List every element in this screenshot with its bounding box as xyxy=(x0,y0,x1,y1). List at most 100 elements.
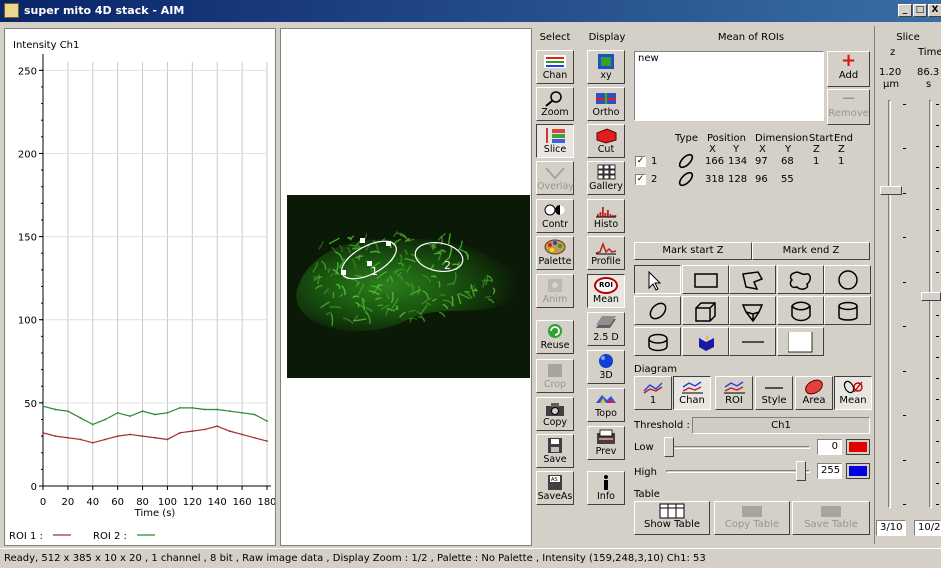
z-slider-thumb[interactable] xyxy=(880,185,902,195)
select-contr-button[interactable]: Contr xyxy=(536,199,574,233)
col-start: Start xyxy=(809,133,834,144)
high-color-swatch[interactable] xyxy=(846,463,870,479)
z-slider-tick xyxy=(903,504,906,505)
select-zoom-button[interactable]: Zoom xyxy=(536,87,574,121)
select-chan-button[interactable]: Chan xyxy=(536,50,574,84)
show-table-button[interactable]: Show Table xyxy=(634,501,710,535)
z-position[interactable]: 3/10 xyxy=(876,520,906,536)
display-mean-button[interactable]: ROI Mean xyxy=(587,274,625,308)
mark-end-z-button[interactable]: Mark end Z xyxy=(752,242,870,260)
diagram-style-button[interactable]: Style xyxy=(755,376,793,410)
display-profile-button[interactable]: Profile xyxy=(587,236,625,270)
roi-handle[interactable] xyxy=(386,241,391,246)
display-3d-button[interactable]: 3D xyxy=(587,350,625,384)
roi-handle[interactable] xyxy=(341,270,346,275)
arrow-tool[interactable] xyxy=(634,265,681,294)
x-axis-label: Time (s) xyxy=(134,508,176,519)
rectangle-tool[interactable] xyxy=(681,265,729,294)
microscopy-image[interactable]: 1 2 xyxy=(287,195,530,378)
select-save-button[interactable]: Save xyxy=(536,434,574,468)
mark-start-z-button[interactable]: Mark start Z xyxy=(634,242,752,260)
series-point-roi-1 xyxy=(129,433,132,436)
threed-icon xyxy=(599,354,613,368)
cylinder-tool[interactable] xyxy=(824,296,871,325)
display-topo-button[interactable]: Topo xyxy=(587,388,625,422)
time-slider-tick xyxy=(936,188,939,190)
select-crop-button[interactable]: Crop xyxy=(536,359,574,393)
maximize-button[interactable]: □ xyxy=(913,4,927,17)
line-tool[interactable] xyxy=(729,327,776,356)
freehand-tool[interactable] xyxy=(776,265,824,294)
time-slider-track[interactable] xyxy=(929,100,932,508)
roi-2-checkbox[interactable]: ✓ xyxy=(635,174,646,185)
x-tick-label: 100 xyxy=(158,497,177,508)
display-xy-button[interactable]: xy xyxy=(587,50,625,84)
close-button[interactable]: X xyxy=(928,4,941,17)
time-slider-tick xyxy=(936,377,939,379)
cut-icon xyxy=(596,128,617,144)
series-point-roi-1 xyxy=(141,435,144,438)
cube-3d-tool[interactable] xyxy=(681,327,729,356)
low-color-swatch[interactable] xyxy=(846,439,870,455)
select-copy-button[interactable]: Copy xyxy=(536,397,574,431)
ellipse-tool[interactable] xyxy=(634,296,681,325)
x-tick-label: 180 xyxy=(257,497,275,508)
col-dx: X xyxy=(759,144,766,155)
threshold-channel[interactable]: Ch1 xyxy=(692,417,870,434)
time-slider-thumb[interactable] xyxy=(921,291,941,301)
select-overlay-button[interactable]: Overlay xyxy=(536,161,574,195)
prism-3d-tool[interactable] xyxy=(729,296,776,325)
low-slider-thumb[interactable] xyxy=(664,437,674,457)
series-point-roi-1 xyxy=(54,435,57,438)
display-prev-button[interactable]: Prev xyxy=(587,426,625,460)
series-point-roi-2 xyxy=(154,413,156,416)
minimize-button[interactable]: _ xyxy=(898,4,912,17)
high-slider-track[interactable] xyxy=(666,470,810,473)
diagram-area-button[interactable]: Area xyxy=(795,376,833,410)
diagram-roi-button[interactable]: ROI xyxy=(715,376,753,410)
freeform-3d-tool[interactable] xyxy=(776,296,824,325)
save-table-button[interactable]: Save Table xyxy=(792,501,870,535)
time-position[interactable]: 10/2 xyxy=(914,520,941,536)
diagram-chan-button[interactable]: Chan xyxy=(673,376,711,410)
select-palette-button[interactable]: Palette xyxy=(536,236,574,270)
series-point-roi-1 xyxy=(104,438,107,441)
select-reuse-button[interactable]: Reuse xyxy=(536,320,574,354)
z-slider-track[interactable] xyxy=(888,100,891,508)
high-value[interactable]: 255 xyxy=(817,463,842,479)
roi-handle[interactable] xyxy=(360,238,365,243)
select-anim-label: Anim xyxy=(542,294,568,305)
high-slider-thumb[interactable] xyxy=(796,461,806,481)
x-tick-label: 80 xyxy=(136,497,149,508)
diagram-1-icon xyxy=(643,382,663,394)
display-prev-label: Prev xyxy=(595,446,617,457)
color-tool[interactable] xyxy=(776,327,824,356)
select-saveas-button[interactable]: AS SaveAs xyxy=(536,471,574,505)
display-2-5-d-button[interactable]: 2.5 D xyxy=(587,312,625,346)
roi-list-box[interactable]: new xyxy=(634,51,824,121)
diagram-label: Diagram xyxy=(634,364,677,375)
circle-tool[interactable] xyxy=(824,265,871,294)
display-gallery-button[interactable]: Gallery xyxy=(587,161,625,195)
add-button[interactable]: + Add xyxy=(827,51,870,87)
low-value[interactable]: 0 xyxy=(817,439,842,455)
title-bar[interactable]: super mito 4D stack - AIM _ □ X xyxy=(0,0,941,22)
select-anim-button[interactable]: Anim xyxy=(536,274,574,308)
roi-1-checkbox[interactable]: ✓ xyxy=(635,156,646,167)
roi-1-id: 1 xyxy=(651,156,658,167)
display-histo-button[interactable]: Histo xyxy=(587,199,625,233)
select-slice-button[interactable]: Slice xyxy=(536,124,574,158)
ellipsoid-3d-tool[interactable] xyxy=(634,327,681,356)
select-zoom-label: Zoom xyxy=(541,107,569,118)
z-slider-tick xyxy=(903,281,906,283)
diagram-1-button[interactable]: 1 xyxy=(634,376,672,410)
display-cut-button[interactable]: Cut xyxy=(587,124,625,158)
polygon-tool[interactable] xyxy=(729,265,776,294)
diagram-mean-button[interactable]: Mean xyxy=(834,376,872,410)
low-slider-track[interactable] xyxy=(666,446,810,449)
box-3d-tool[interactable] xyxy=(681,296,729,325)
copy-table-button[interactable]: Copy Table xyxy=(714,501,790,535)
remove-button[interactable]: − Remove xyxy=(827,89,870,125)
display-info-button[interactable]: Info xyxy=(587,471,625,505)
display-ortho-button[interactable]: Ortho xyxy=(587,87,625,121)
